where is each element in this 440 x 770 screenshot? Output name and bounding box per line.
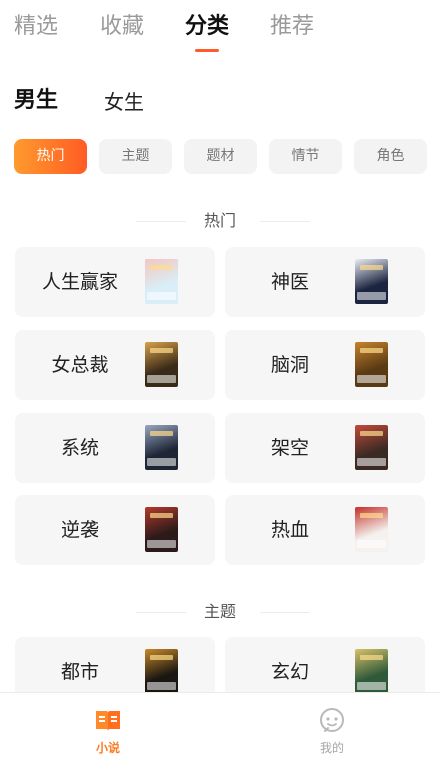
tab-favorites-label: 收藏 <box>100 14 145 39</box>
profile-icon <box>320 708 344 732</box>
tab-featured-label: 精选 <box>14 14 59 39</box>
tab-categories-label: 分类 <box>185 14 230 39</box>
gender-female[interactable]: 女生 <box>104 87 144 117</box>
tab-favorites[interactable]: 收藏 <box>100 12 144 42</box>
divider-line <box>260 221 310 222</box>
gender-male[interactable]: 男生 <box>14 86 58 116</box>
divider-line <box>260 612 310 613</box>
chip-subject[interactable]: 题材 <box>184 139 257 174</box>
chip-role[interactable]: 角色 <box>354 139 427 174</box>
book-cover <box>355 259 388 304</box>
divider-line <box>136 221 186 222</box>
book-cover <box>145 425 178 470</box>
tab-recommended-label: 推荐 <box>270 14 315 39</box>
book-cover <box>355 425 388 470</box>
nav-novels[interactable]: 小说 <box>68 707 148 757</box>
chip-plot-label: 情节 <box>291 148 320 164</box>
tag-card[interactable]: 热血 <box>225 495 425 565</box>
top-tab-bar: 精选 收藏 分类 推荐 <box>0 0 440 56</box>
category-chip-row: 热门 主题 题材 情节 角色 <box>14 139 427 175</box>
book-cover <box>355 649 388 694</box>
section-heading-theme-label: 主题 <box>203 602 236 621</box>
chip-subject-label: 题材 <box>206 148 235 164</box>
chip-plot[interactable]: 情节 <box>269 139 342 174</box>
chip-role-label: 角色 <box>376 148 405 164</box>
book-cover <box>145 507 178 552</box>
divider-line <box>136 612 186 613</box>
tag-card-label: 架空 <box>270 437 309 459</box>
tab-featured[interactable]: 精选 <box>14 12 58 42</box>
bottom-nav-bar: 小说 我的 <box>0 692 440 770</box>
section-heading-hot: 热门 <box>0 209 440 233</box>
nav-novels-label: 小说 <box>95 741 120 755</box>
tag-card-label: 逆袭 <box>60 519 99 541</box>
chip-hot-label: 热门 <box>36 148 65 164</box>
section-heading-hot-label: 热门 <box>203 211 236 230</box>
nav-profile-label: 我的 <box>319 741 344 755</box>
tag-card-label: 系统 <box>60 437 99 459</box>
tag-card-label: 脑洞 <box>270 354 309 376</box>
book-cover <box>145 259 178 304</box>
tag-card[interactable]: 逆袭 <box>15 495 215 565</box>
chip-theme[interactable]: 主题 <box>99 139 172 174</box>
tag-card-label: 女总裁 <box>51 354 109 376</box>
tab-categories[interactable]: 分类 <box>185 12 230 52</box>
chip-theme-label: 主题 <box>121 148 150 164</box>
book-icon <box>96 711 120 731</box>
book-cover <box>355 342 388 387</box>
active-tab-indicator <box>195 49 219 52</box>
tag-card[interactable]: 脑洞 <box>225 330 425 400</box>
book-cover <box>355 507 388 552</box>
gender-male-label: 男生 <box>14 88 59 113</box>
section-heading-theme: 主题 <box>0 600 440 624</box>
tag-card[interactable]: 系统 <box>15 413 215 483</box>
chip-hot[interactable]: 热门 <box>14 139 87 174</box>
tag-card[interactable]: 架空 <box>225 413 425 483</box>
tag-card-label: 都市 <box>60 661 99 683</box>
tag-card-label: 神医 <box>270 271 309 293</box>
tag-card[interactable]: 女总裁 <box>15 330 215 400</box>
tag-card[interactable]: 神医 <box>225 247 425 317</box>
nav-profile[interactable]: 我的 <box>292 707 372 757</box>
tag-card-label: 人生赢家 <box>41 271 118 293</box>
tab-recommended[interactable]: 推荐 <box>270 12 314 42</box>
tag-card[interactable]: 人生赢家 <box>15 247 215 317</box>
book-cover <box>145 342 178 387</box>
book-cover <box>145 649 178 694</box>
gender-female-label: 女生 <box>104 90 144 114</box>
tag-card-label: 玄幻 <box>270 661 309 683</box>
tag-card-label: 热血 <box>270 519 309 541</box>
